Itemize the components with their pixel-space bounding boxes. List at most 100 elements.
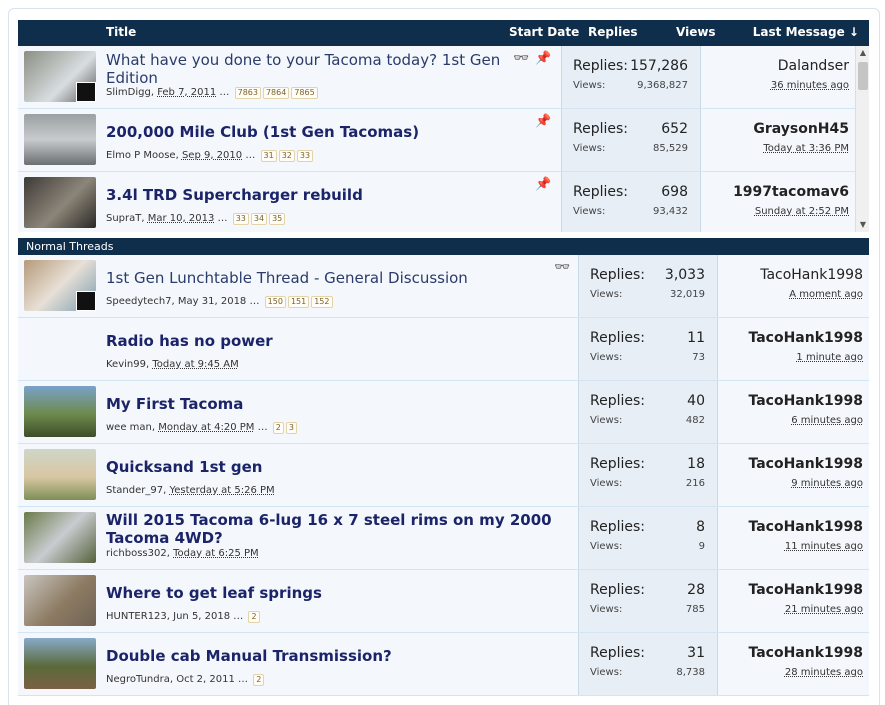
- page-jump-link[interactable]: 3: [285, 422, 297, 434]
- last-message-user-link[interactable]: TacoHank1998: [748, 330, 863, 346]
- thread-thumbnail[interactable]: [24, 386, 96, 437]
- thread-author-link[interactable]: richboss302: [106, 548, 167, 559]
- last-message-user-link[interactable]: GraysonH45: [753, 121, 849, 137]
- thread-row: My First Tacoma wee man, Monday at 4:20 P…: [18, 381, 869, 444]
- thread-author-link[interactable]: Elmo P Moose: [106, 150, 176, 161]
- views-count: 482: [685, 415, 705, 426]
- page-jump-link[interactable]: 2: [248, 611, 260, 623]
- thread-thumbnail[interactable]: [24, 51, 96, 102]
- thread-meta: NegroTundra, Oct 2, 2011 … 2: [106, 674, 265, 686]
- thread-start-date[interactable]: Today at 9:45 AM: [152, 359, 238, 370]
- thread-meta: Kevin99, Today at 9:45 AM: [106, 359, 239, 370]
- last-message-user-link[interactable]: TacoHank1998: [760, 267, 863, 283]
- last-message-time-link[interactable]: Today at 3:36 PM: [763, 143, 849, 154]
- last-message-user-link[interactable]: 1997tacomav6: [733, 184, 849, 200]
- thread-row: Double cab Manual Transmission? NegroTund…: [18, 633, 869, 696]
- thread-start-date[interactable]: May 31, 2018: [178, 296, 246, 307]
- page-jump-link[interactable]: 151: [287, 296, 310, 308]
- sticky-scrollbar[interactable]: ▲ ▼: [855, 46, 869, 232]
- header-replies-sort[interactable]: Replies: [588, 25, 637, 39]
- page-jump-link[interactable]: 2: [253, 674, 265, 686]
- last-message-time-link[interactable]: 9 minutes ago: [791, 478, 863, 489]
- page-jump-link[interactable]: 150: [264, 296, 286, 308]
- last-message-time-link[interactable]: 11 minutes ago: [785, 541, 863, 552]
- views-count: 216: [685, 478, 705, 489]
- header-views-sort[interactable]: Views: [676, 25, 716, 39]
- thread-title-link[interactable]: Will 2015 Tacoma 6-lug 16 x 7 steel rims…: [106, 511, 552, 529]
- thread-start-date[interactable]: Mar 10, 2013: [148, 213, 215, 224]
- thread-meta: richboss302, Today at 6:25 PM: [106, 548, 259, 559]
- thread-title-link[interactable]: Radio has no power: [106, 332, 273, 350]
- page-jump-link[interactable]: 33: [232, 213, 249, 225]
- page-jump-link[interactable]: 152: [311, 296, 333, 308]
- thread-author-link[interactable]: SlimDigg: [106, 87, 151, 98]
- thread-title-link[interactable]: What have you done to your Tacoma today?…: [106, 51, 516, 87]
- thread-start-date[interactable]: Feb 7, 2011: [157, 87, 216, 98]
- last-message-time-link[interactable]: 21 minutes ago: [785, 604, 863, 615]
- page-jump-link[interactable]: 7865: [291, 87, 318, 99]
- replies-count: 652: [661, 121, 688, 137]
- replies-count: 698: [661, 184, 688, 200]
- thread-title-link[interactable]: Double cab Manual Transmission?: [106, 647, 392, 665]
- page-jump-link[interactable]: 35: [269, 213, 286, 225]
- thread-thumbnail[interactable]: [24, 512, 96, 563]
- thread-title-link-line2[interactable]: Tacoma 4WD?: [106, 529, 223, 547]
- page-jump-link[interactable]: 34: [250, 213, 268, 225]
- replies-count: 18: [687, 456, 705, 472]
- thread-title-link[interactable]: 3.4l TRD Supercharger rebuild: [106, 186, 363, 204]
- last-message-user-link[interactable]: Dalandser: [778, 58, 849, 74]
- thread-start-date[interactable]: Yesterday at 5:26 PM: [169, 485, 274, 496]
- thread-thumbnail[interactable]: [24, 260, 96, 311]
- header-last-message-sort[interactable]: Last Message ↓: [753, 25, 859, 39]
- page-jump-link[interactable]: 32: [278, 150, 295, 162]
- last-message-time-link[interactable]: 28 minutes ago: [785, 667, 863, 678]
- thread-title-link[interactable]: Quicksand 1st gen: [106, 458, 262, 476]
- thread-thumbnail[interactable]: [24, 575, 96, 626]
- scroll-thumb[interactable]: [858, 62, 868, 90]
- thread-author-link[interactable]: Kevin99: [106, 359, 146, 370]
- last-message-time-link[interactable]: 6 minutes ago: [791, 415, 863, 426]
- scroll-down-arrow-icon[interactable]: ▼: [856, 218, 869, 232]
- thread-author-link[interactable]: NegroTundra: [106, 674, 170, 685]
- author-avatar[interactable]: [76, 291, 96, 311]
- thread-title-link[interactable]: Where to get leaf springs: [106, 584, 322, 602]
- page-jump-link[interactable]: 7864: [262, 87, 290, 99]
- thread-title-link[interactable]: 200,000 Mile Club (1st Gen Tacomas): [106, 123, 419, 141]
- thread-title-link[interactable]: 1st Gen Lunchtable Thread - General Disc…: [106, 269, 468, 287]
- thread-start-date[interactable]: Jun 5, 2018: [173, 611, 230, 622]
- author-avatar[interactable]: [76, 82, 96, 102]
- views-label: Views:: [590, 667, 623, 678]
- thread-start-date[interactable]: Monday at 4:20 PM: [158, 422, 254, 433]
- thread-thumbnail[interactable]: [24, 177, 96, 228]
- last-message-time-link[interactable]: Sunday at 2:52 PM: [755, 206, 849, 217]
- thread-title-link[interactable]: My First Tacoma: [106, 395, 243, 413]
- page-jump-link[interactable]: 33: [296, 150, 314, 162]
- thread-author-link[interactable]: Speedytech7: [106, 296, 172, 307]
- thread-thumbnail[interactable]: [24, 449, 96, 500]
- thread-start-date[interactable]: Oct 2, 2011: [176, 674, 235, 685]
- last-message-user-link[interactable]: TacoHank1998: [748, 456, 863, 472]
- thread-thumbnail[interactable]: [24, 114, 96, 165]
- page-jump-link[interactable]: 31: [260, 150, 277, 162]
- header-title-sort[interactable]: Title: [106, 25, 136, 39]
- thread-author-link[interactable]: SupraT: [106, 213, 141, 224]
- last-message-time-link[interactable]: 36 minutes ago: [771, 80, 849, 91]
- thread-author-link[interactable]: Stander_97: [106, 485, 163, 496]
- thread-thumbnail[interactable]: [24, 638, 96, 689]
- scroll-up-arrow-icon[interactable]: ▲: [856, 46, 869, 60]
- last-message-time-link[interactable]: A moment ago: [789, 289, 863, 300]
- page-jump-link[interactable]: 2: [272, 422, 284, 434]
- thread-start-date[interactable]: Today at 6:25 PM: [173, 548, 259, 559]
- header-start-date-sort[interactable]: Start Date: [509, 25, 579, 39]
- page-jump-link[interactable]: 7863: [234, 87, 261, 99]
- last-message-user-link[interactable]: TacoHank1998: [748, 645, 863, 661]
- thread-author-link[interactable]: HUNTER123: [106, 611, 167, 622]
- replies-count: 40: [687, 393, 705, 409]
- thread-author-link[interactable]: wee man: [106, 422, 152, 433]
- last-message-user-link[interactable]: TacoHank1998: [748, 582, 863, 598]
- last-message-user-link[interactable]: TacoHank1998: [748, 393, 863, 409]
- last-message-user-link[interactable]: TacoHank1998: [748, 519, 863, 535]
- thread-start-date[interactable]: Sep 9, 2010: [182, 150, 242, 161]
- last-message-time-link[interactable]: 1 minute ago: [796, 352, 863, 363]
- replies-count: 11: [687, 330, 705, 346]
